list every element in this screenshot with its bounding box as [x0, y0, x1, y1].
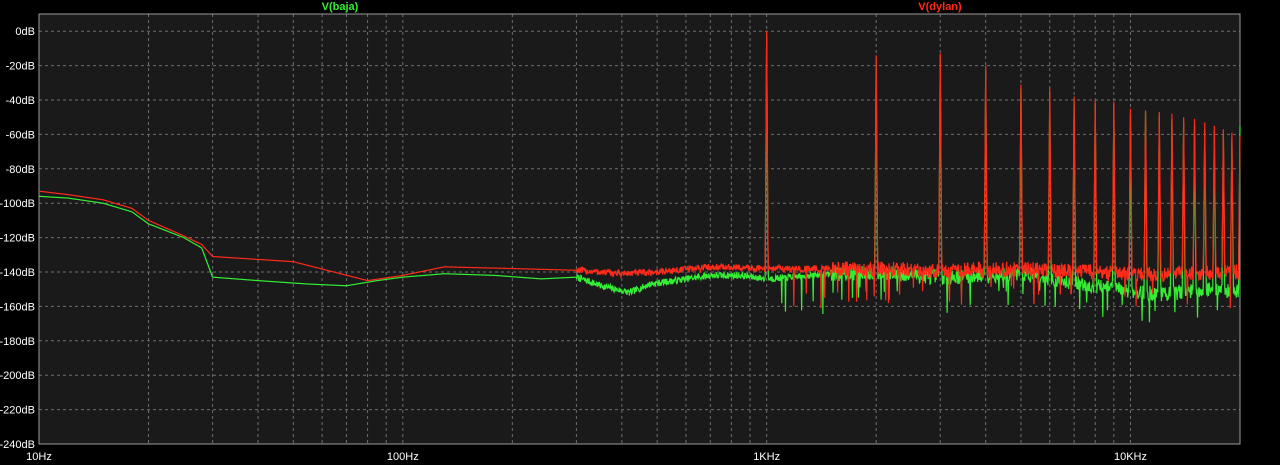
y-tick-label: -40dB [6, 95, 35, 107]
y-tick-label: -240dB [0, 439, 35, 451]
x-tick-label: 1KHz [753, 451, 780, 463]
y-tick-label: 0dB [15, 26, 35, 38]
x-axis-ticks: 10Hz 100Hz 1KHz 10KHz [26, 451, 1147, 463]
y-tick-label: -80dB [6, 164, 35, 176]
x-tick-label: 10Hz [26, 451, 52, 463]
y-tick-label: -20dB [6, 61, 35, 73]
x-tick-label: 100Hz [387, 451, 419, 463]
x-tick-label: 10KHz [1114, 451, 1147, 463]
legend-series-0: V(baja) [322, 1, 359, 13]
y-tick-label: -120dB [0, 233, 35, 245]
legend-series-1: V(dylan) [918, 1, 962, 13]
y-tick-label: -100dB [0, 198, 35, 210]
y-axis-ticks: 0dB -20dB -40dB -60dB -80dB -100dB -120dB -140d… [0, 26, 35, 451]
y-tick-label: -200dB [0, 370, 35, 382]
y-tick-label: -180dB [0, 336, 35, 348]
plot-area [39, 14, 1240, 444]
y-tick-label: -220dB [0, 405, 35, 417]
y-tick-label: -60dB [6, 129, 35, 141]
spectrum-plot: 0dB -20dB -40dB -60dB -80dB -100dB -120dB -140d… [0, 1, 1241, 463]
y-tick-label: -160dB [0, 301, 35, 313]
y-tick-label: -140dB [0, 267, 35, 279]
